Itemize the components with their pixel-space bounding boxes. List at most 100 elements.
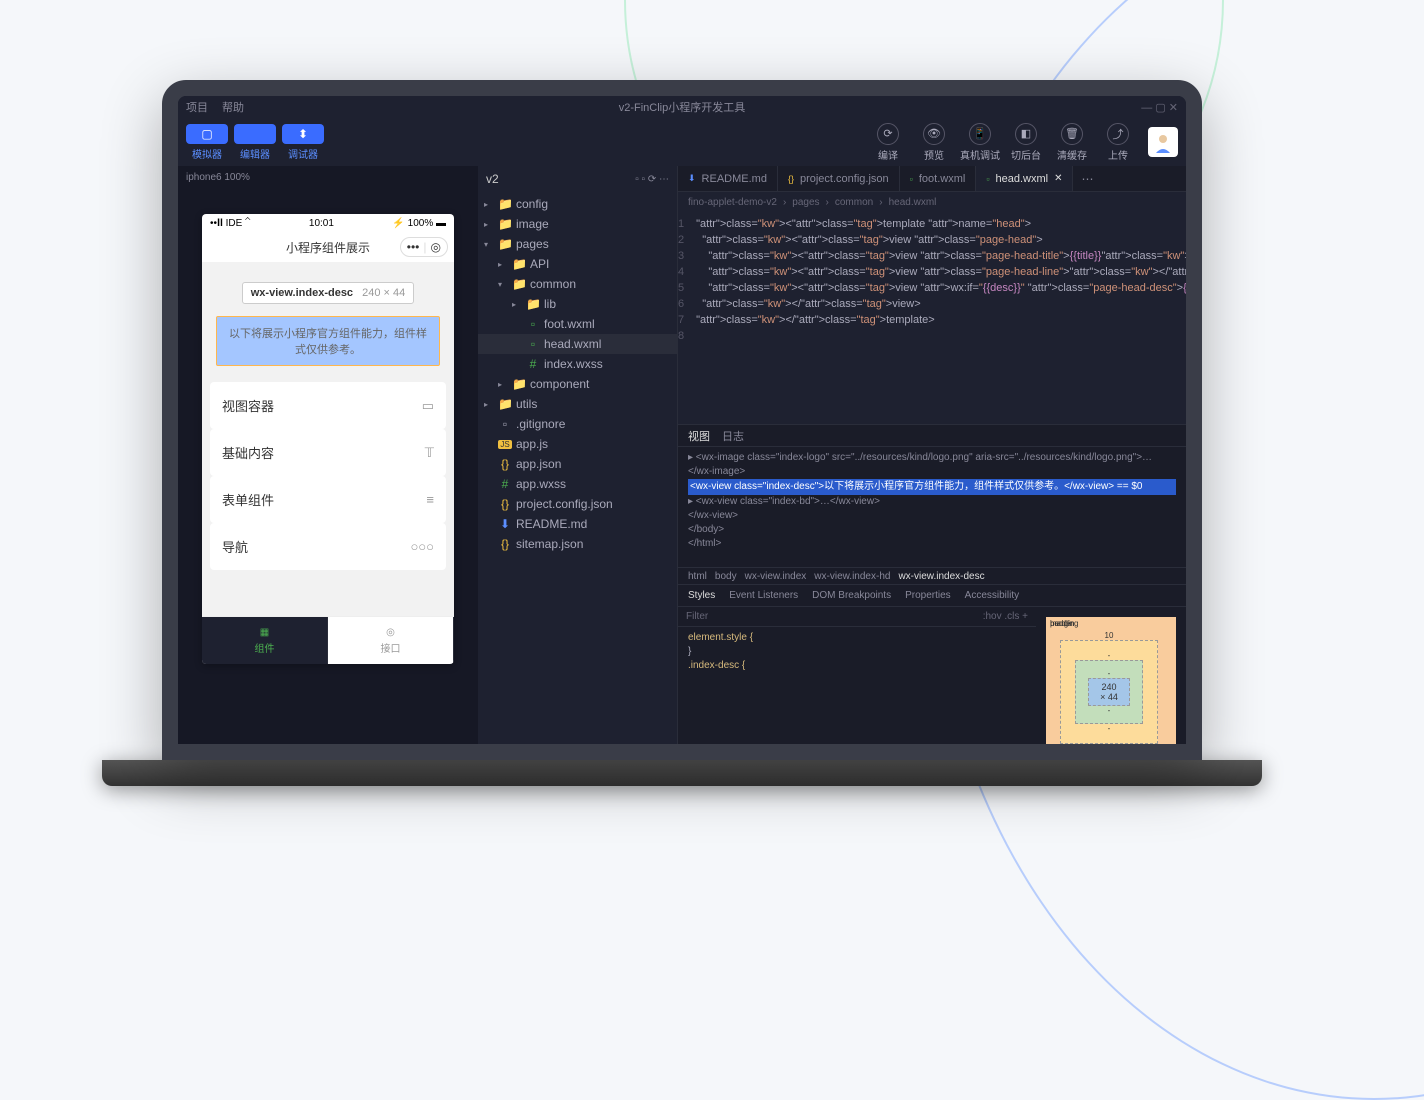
styles-filter-input[interactable]: Filter xyxy=(686,611,708,622)
menu-item[interactable]: 帮助 xyxy=(222,99,244,115)
main-area: iphone6 100% ••𝐈𝐥 IDE ⌃ 10:01 ⚡ 100% ▬ 小… xyxy=(178,166,1186,744)
toolbar-action[interactable]: 👁 预览 xyxy=(912,123,956,162)
styles-panel[interactable]: Filter :hov .cls + element.style {}.inde… xyxy=(678,607,1036,744)
tree-arrow-icon: ▸ xyxy=(512,300,522,309)
explorer-actions[interactable]: ▫ ▫ ⟳ ⋯ xyxy=(635,174,669,185)
close-icon[interactable]: ✕ xyxy=(1054,173,1062,184)
avatar[interactable] xyxy=(1148,127,1178,157)
list-item[interactable]: 视图容器 ▭ xyxy=(210,382,446,429)
mode-button[interactable]: ▢ 模拟器 xyxy=(186,124,228,161)
dom-breadcrumb[interactable]: html body wx-view.index wx-view.index-hd wx-… xyxy=(678,567,1186,585)
tree-item[interactable]: JS app.js xyxy=(478,434,677,454)
tree-item[interactable]: # index.wxss xyxy=(478,354,677,374)
mode-icon: ⬍ xyxy=(298,127,308,141)
file-icon: 📁 xyxy=(526,297,540,311)
tabbar-item[interactable]: ◎ 接口 xyxy=(328,617,454,664)
tree-item[interactable]: ▫ head.wxml xyxy=(478,334,677,354)
styles-tab[interactable]: Styles xyxy=(688,590,715,601)
editor-tab[interactable]: ⬇ README.md xyxy=(678,166,778,191)
dom-crumb[interactable]: wx-view.index xyxy=(745,571,807,582)
tree-item[interactable]: {} project.config.json xyxy=(478,494,677,514)
tree-arrow-icon: ▸ xyxy=(484,200,494,209)
simulator-device-label: iphone6 100% xyxy=(178,166,478,188)
breadcrumb-item[interactable]: pages xyxy=(792,197,819,208)
breadcrumb-item[interactable]: head.wxml xyxy=(889,197,937,208)
css-selector[interactable]: element.style { xyxy=(688,631,753,645)
tabs-more-icon[interactable]: ⋯ xyxy=(1073,166,1101,191)
styles-filter-tools[interactable]: :hov .cls + xyxy=(983,611,1028,622)
item-icon: 𝕋 xyxy=(425,445,434,461)
action-icon: 📱 xyxy=(969,123,991,145)
tree-item[interactable]: ▫ foot.wxml xyxy=(478,314,677,334)
toolbar-action[interactable]: ◧ 切后台 xyxy=(1004,123,1048,162)
menu-item[interactable]: 项目 xyxy=(186,99,208,115)
styles-tab[interactable]: Event Listeners xyxy=(729,590,798,601)
dom-node[interactable]: ▸ <wx-view class="index-bd">…</wx-view> xyxy=(688,495,1176,509)
styles-tab[interactable]: Accessibility xyxy=(965,590,1019,601)
file-icon: ⬇ xyxy=(498,517,512,531)
styles-tab[interactable]: Properties xyxy=(905,590,951,601)
list-item[interactable]: 基础内容 𝕋 xyxy=(210,429,446,476)
phone-simulator[interactable]: ••𝐈𝐥 IDE ⌃ 10:01 ⚡ 100% ▬ 小程序组件展示 ••• | … xyxy=(202,214,454,664)
editor-tab[interactable]: ▫ foot.wxml xyxy=(900,166,977,191)
list-item[interactable]: 表单组件 ≡ xyxy=(210,476,446,523)
tree-item[interactable]: ▾ 📁 common xyxy=(478,274,677,294)
toolbar-action[interactable]: ⤴ 上传 xyxy=(1096,123,1140,162)
capsule-button[interactable]: ••• | ◎ xyxy=(400,237,448,257)
phone-nav-title: 小程序组件展示 xyxy=(286,239,370,256)
tree-item[interactable]: ▾ 📁 pages xyxy=(478,234,677,254)
item-icon: ≡ xyxy=(426,492,434,507)
css-selector[interactable]: .index-desc { xyxy=(688,659,745,673)
list-item[interactable]: 导航 ○○○ xyxy=(210,523,446,570)
editor-tab[interactable]: ▫ head.wxml ✕ xyxy=(976,166,1073,191)
toolbar-action[interactable]: ⟳ 编译 xyxy=(866,123,910,162)
toolbar-action[interactable]: 🗑 清缓存 xyxy=(1050,123,1094,162)
dom-node[interactable]: ▸ <wx-image class="index-logo" src="../r… xyxy=(688,451,1176,479)
mode-button[interactable]: 编辑器 xyxy=(234,124,276,161)
file-icon: ▫ xyxy=(986,174,989,184)
tree-item[interactable]: ▫ .gitignore xyxy=(478,414,677,434)
tree-item[interactable]: ▸ 📁 config xyxy=(478,194,677,214)
laptop-mockup: 项目帮助 v2-FinClip小程序开发工具 — ▢ ✕ ▢ 模拟器 编辑器 ⬍… xyxy=(162,80,1262,786)
window-controls[interactable]: — ▢ ✕ xyxy=(1141,101,1178,114)
mode-button[interactable]: ⬍ 调试器 xyxy=(282,124,324,161)
dom-crumb[interactable]: wx-view.index-desc xyxy=(898,571,984,582)
code-editor[interactable]: 12345678 "attr">class="kw"><"attr">class… xyxy=(678,212,1186,424)
dom-crumb[interactable]: wx-view.index-hd xyxy=(814,571,890,582)
dom-crumb[interactable]: body xyxy=(715,571,737,582)
highlighted-element[interactable]: 以下将展示小程序官方组件能力，组件样式仅供参考。 xyxy=(216,316,440,366)
tree-item[interactable]: ▸ 📁 component xyxy=(478,374,677,394)
dom-node-selected[interactable]: <wx-view class="index-desc">以下将展示小程序官方组件… xyxy=(688,479,1176,495)
devtools: 视图日志 ▸ <wx-image class="index-logo" src=… xyxy=(678,424,1186,744)
file-icon: ▫ xyxy=(526,337,540,351)
file-icon: # xyxy=(498,477,512,491)
dom-node[interactable]: </html> xyxy=(688,537,1176,551)
tree-item[interactable]: ▸ 📁 utils xyxy=(478,394,677,414)
tree-item[interactable]: ▸ 📁 image xyxy=(478,214,677,234)
dom-crumb[interactable]: html xyxy=(688,571,707,582)
dom-node[interactable]: </wx-view> xyxy=(688,509,1176,523)
tree-item[interactable]: ⬇ README.md xyxy=(478,514,677,534)
phone-nav-bar: 小程序组件展示 ••• | ◎ xyxy=(202,232,454,262)
breadcrumb-item[interactable]: fino-applet-demo-v2 xyxy=(688,197,777,208)
tabbar-icon: ▦ xyxy=(260,627,269,638)
file-icon: ▫ xyxy=(498,417,512,431)
tree-item[interactable]: ▸ 📁 API xyxy=(478,254,677,274)
tree-item[interactable]: {} sitemap.json xyxy=(478,534,677,554)
toolbar-action[interactable]: 📱 真机调试 xyxy=(958,123,1002,162)
dom-node[interactable]: </body> xyxy=(688,523,1176,537)
dom-panel[interactable]: ▸ <wx-image class="index-logo" src="../r… xyxy=(678,447,1186,567)
devtools-tab[interactable]: 视图 xyxy=(688,428,710,444)
editor-tab[interactable]: {} project.config.json xyxy=(778,166,900,191)
tree-item[interactable]: {} app.json xyxy=(478,454,677,474)
breadcrumb-item[interactable]: common xyxy=(835,197,873,208)
item-icon: ○○○ xyxy=(410,539,434,554)
tree-item[interactable]: # app.wxss xyxy=(478,474,677,494)
tree-arrow-icon: ▸ xyxy=(484,400,494,409)
tabbar-item[interactable]: ▦ 组件 xyxy=(202,617,328,664)
devtools-tab[interactable]: 日志 xyxy=(722,428,744,444)
explorer-header: v2 ▫ ▫ ⟳ ⋯ xyxy=(478,166,677,192)
styles-tab[interactable]: DOM Breakpoints xyxy=(812,590,891,601)
tree-item[interactable]: ▸ 📁 lib xyxy=(478,294,677,314)
laptop-base xyxy=(102,760,1262,786)
